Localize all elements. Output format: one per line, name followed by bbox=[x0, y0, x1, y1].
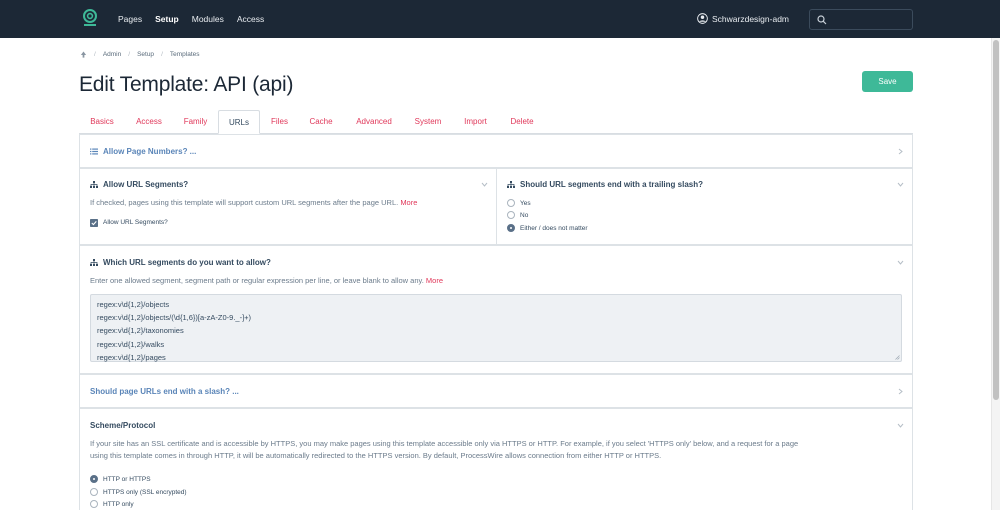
top-navbar: Pages Setup Modules Access Schwarzdesign… bbox=[0, 0, 1000, 38]
field-page-numbers[interactable]: Allow Page Numbers? ... bbox=[79, 134, 913, 168]
radio-button-selected[interactable] bbox=[90, 475, 98, 483]
radio-option-yes[interactable]: Yes bbox=[507, 199, 531, 207]
field-label: Should page URLs end with a slash? ... bbox=[90, 387, 239, 396]
radio-option-no[interactable]: No bbox=[507, 211, 528, 219]
template-tabs: Basics Access Family URLs Files Cache Ad… bbox=[79, 110, 913, 134]
chevron-down-icon[interactable] bbox=[897, 181, 904, 188]
breadcrumb-templates[interactable]: Templates bbox=[170, 51, 200, 58]
chevron-down-icon[interactable] bbox=[897, 259, 904, 266]
field-description: If checked, pages using this template wi… bbox=[90, 198, 418, 207]
radio-option-either[interactable]: Either / does not matter bbox=[507, 224, 588, 232]
main-nav: Pages Setup Modules Access bbox=[118, 0, 277, 38]
radio-button-selected[interactable] bbox=[507, 224, 515, 232]
chevron-down-icon[interactable] bbox=[481, 181, 488, 188]
breadcrumb-setup[interactable]: Setup bbox=[137, 51, 154, 58]
field-label: Allow Page Numbers? ... bbox=[103, 147, 197, 156]
field-header[interactable]: Should page URLs end with a slash? ... bbox=[90, 387, 239, 396]
save-button[interactable]: Save bbox=[862, 71, 913, 92]
tab-access[interactable]: Access bbox=[125, 110, 173, 134]
field-trailing-slash: Should URL segments end with a trailing … bbox=[496, 168, 913, 245]
field-label: Scheme/Protocol bbox=[90, 421, 156, 430]
radio-option-http-only[interactable]: HTTP only bbox=[90, 500, 134, 508]
textarea-line: regex:v\d{1,2}/objects/(\d{1,6})[a-zA-Z0… bbox=[97, 313, 252, 323]
nav-access[interactable]: Access bbox=[237, 14, 264, 24]
tab-cache[interactable]: Cache bbox=[299, 110, 343, 134]
radio-button[interactable] bbox=[90, 488, 98, 496]
nav-modules[interactable]: Modules bbox=[192, 14, 224, 24]
tab-advanced[interactable]: Advanced bbox=[343, 110, 405, 134]
field-description: If your site has an SSL certificate and … bbox=[90, 439, 799, 460]
more-link[interactable]: More bbox=[400, 198, 417, 207]
page-title: Edit Template: API (api) bbox=[79, 73, 294, 96]
textarea-line: regex:v\d{1,2}/objects bbox=[97, 300, 170, 309]
user-menu[interactable]: Schwarzdesign-adm bbox=[697, 13, 789, 24]
chevron-right-icon[interactable] bbox=[897, 148, 904, 155]
breadcrumb-separator: / bbox=[128, 51, 131, 58]
field-label: Allow URL Segments? bbox=[103, 180, 189, 189]
sitemap-icon bbox=[90, 259, 98, 266]
breadcrumb: / Admin / Setup / Templates bbox=[80, 51, 200, 58]
resize-handle-icon[interactable] bbox=[895, 355, 900, 360]
tab-import[interactable]: Import bbox=[451, 110, 500, 134]
field-header[interactable]: Should URL segments end with a trailing … bbox=[507, 180, 703, 189]
radio-option-https-only[interactable]: HTTPS only (SSL encrypted) bbox=[90, 488, 187, 496]
search-icon bbox=[817, 15, 827, 25]
tab-urls[interactable]: URLs bbox=[218, 110, 260, 134]
chevron-right-icon[interactable] bbox=[897, 388, 904, 395]
processwire-logo-icon[interactable] bbox=[83, 9, 97, 29]
scrollbar-thumb[interactable] bbox=[993, 40, 999, 400]
breadcrumb-separator: / bbox=[94, 51, 96, 58]
nav-setup[interactable]: Setup bbox=[155, 14, 179, 24]
sitemap-icon bbox=[90, 181, 98, 188]
field-description: Enter one allowed segment, segment path … bbox=[90, 276, 443, 285]
radio-button[interactable] bbox=[507, 211, 515, 219]
radio-button[interactable] bbox=[90, 500, 98, 508]
tree-home-icon[interactable] bbox=[80, 51, 87, 58]
field-url-segments: Allow URL Segments? If checked, pages us… bbox=[79, 168, 497, 245]
tab-family[interactable]: Family bbox=[173, 110, 218, 134]
radio-option-http-or-https[interactable]: HTTP or HTTPS bbox=[90, 475, 151, 483]
tab-system[interactable]: System bbox=[405, 110, 451, 134]
sitemap-icon bbox=[507, 181, 515, 188]
allow-url-segments-checkbox[interactable] bbox=[90, 219, 98, 227]
user-avatar-icon bbox=[697, 13, 708, 24]
textarea-line: regex:v\d{1,2}/pages bbox=[97, 352, 166, 362]
more-link[interactable]: More bbox=[426, 276, 443, 285]
search-box[interactable] bbox=[809, 9, 913, 30]
nav-pages[interactable]: Pages bbox=[118, 14, 142, 24]
page-scrollbar[interactable] bbox=[991, 38, 1000, 510]
field-header[interactable]: Allow URL Segments? bbox=[90, 180, 188, 189]
field-label: Should URL segments end with a trailing … bbox=[520, 180, 703, 189]
field-header[interactable]: Scheme/Protocol bbox=[90, 421, 155, 430]
field-scheme-protocol: Scheme/Protocol If your site has an SSL … bbox=[79, 408, 913, 510]
breadcrumb-separator: / bbox=[161, 51, 163, 58]
field-label: Which URL segments do you want to allow? bbox=[103, 258, 271, 267]
field-header[interactable]: Which URL segments do you want to allow? bbox=[90, 258, 271, 267]
field-header[interactable]: Allow Page Numbers? ... bbox=[90, 147, 196, 156]
tab-basics[interactable]: Basics bbox=[79, 110, 125, 134]
tab-delete[interactable]: Delete bbox=[500, 110, 544, 134]
textarea-line: regex:v\d{1,2}/taxonomies bbox=[97, 326, 184, 336]
textarea-line: regex:v\d{1,2}/walks bbox=[97, 339, 165, 349]
tab-files[interactable]: Files bbox=[260, 110, 299, 134]
radio-button[interactable] bbox=[507, 199, 515, 207]
field-page-slash[interactable]: Should page URLs end with a slash? ... bbox=[79, 374, 913, 408]
breadcrumb-admin[interactable]: Admin bbox=[103, 51, 121, 58]
search-input[interactable] bbox=[830, 12, 910, 27]
list-icon bbox=[90, 148, 98, 155]
user-name: Schwarzdesign-adm bbox=[712, 13, 790, 24]
url-segments-textarea[interactable]: regex:v\d{1,2}/objects regex:v\d{1,2}/ob… bbox=[90, 294, 902, 362]
chevron-down-icon[interactable] bbox=[897, 422, 904, 429]
checkbox-label[interactable]: Allow URL Segments? bbox=[103, 219, 168, 226]
